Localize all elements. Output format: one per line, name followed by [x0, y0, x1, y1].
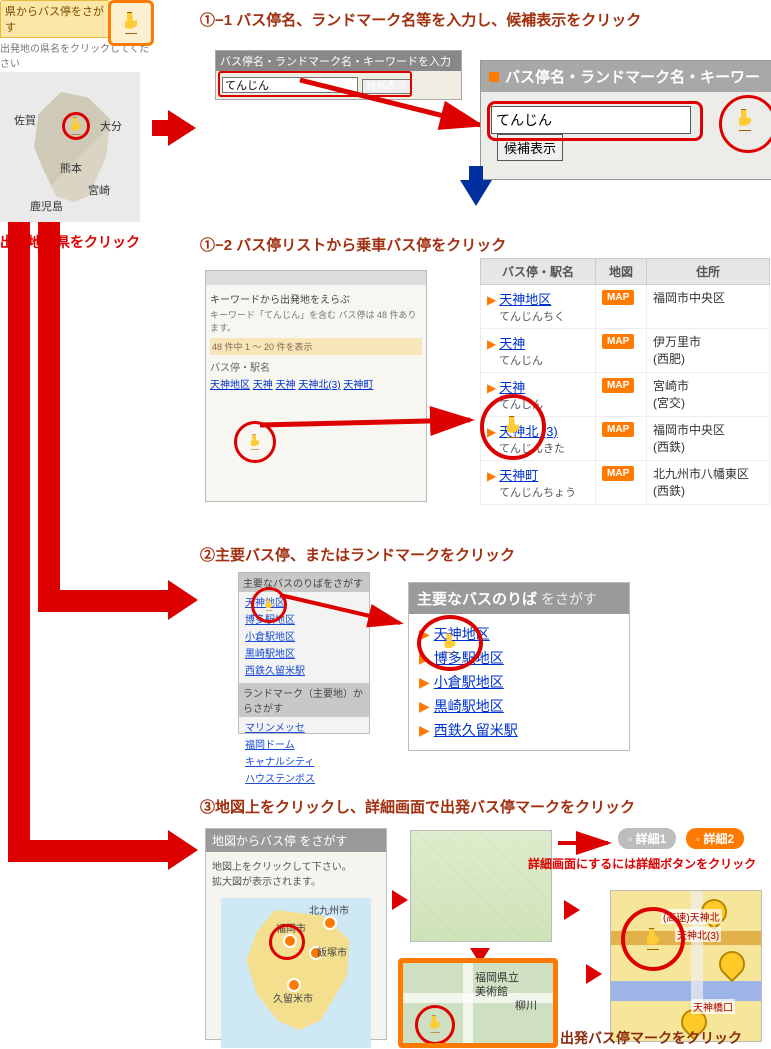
pref-oita[interactable]: 大分 [100, 118, 122, 134]
col-name: バス停・駅名 [481, 259, 596, 285]
kyushu-map[interactable]: 佐賀 大分 熊本 宮崎 鹿児島 [0, 72, 140, 222]
arrow-annotation-1 [300, 70, 500, 140]
table-row: ▶天神町てんじんちょう MAP 北九州市八幡東区 (西鉄) [481, 461, 770, 505]
step3-overview-map[interactable]: ◀ ▶ [410, 830, 552, 942]
city-kurume[interactable]: 久留米市 [273, 990, 313, 1005]
step1-1-heading: ①−1 バス停名、ランドマーク名等を入力し、候補表示をクリック [200, 5, 641, 38]
map-badge[interactable]: MAP [602, 422, 634, 437]
busstop-link[interactable]: 天神地区 [499, 292, 551, 307]
cursor-hand-icon [735, 109, 755, 131]
arrow-small-right-3 [586, 964, 602, 984]
step3-zoom-map[interactable]: 福岡県立 美術館 柳川 [398, 958, 558, 1048]
step3-fukuoka-map[interactable]: 福岡市 北九州市 飯塚市 久留米市 [221, 898, 371, 1048]
mini-list-item[interactable]: 天神北(3) [298, 380, 340, 391]
major-stop-link[interactable]: 小倉駅地区 [434, 674, 504, 690]
busstop-yomi: てんじんちょう [499, 484, 589, 500]
highlight-detail-circle [621, 907, 685, 971]
step1-2-mini-list: キーワードから出発地をえらぶ キーワード「てんじん」を含む バス停は 48 件あ… [205, 270, 427, 502]
busstop-yomi: てんじん [499, 352, 589, 368]
highlight-input [487, 101, 703, 141]
step3-map-text: 地図上をクリックして下さい。 拡大図が表示されます。 [206, 852, 386, 894]
prefecture-tab[interactable]: 県からバス停をさがす [0, 0, 110, 38]
pref-kagoshima[interactable]: 鹿児島 [30, 198, 63, 214]
map-badge[interactable]: MAP [602, 378, 634, 393]
detail-chip-2[interactable]: ◦ 詳細2 [686, 828, 744, 849]
mini-list-title: キーワードから出発地をえらぶ [210, 291, 422, 306]
pref-saga[interactable]: 佐賀 [14, 112, 36, 128]
arrow-small-right-2 [564, 900, 580, 920]
mini-list-item[interactable]: 天神町 [343, 380, 373, 391]
mini-list-item[interactable]: 天神 [253, 380, 273, 391]
map-badge[interactable]: MAP [602, 466, 634, 481]
step3-map-panel: 地図からバス停 をさがす 地図上をクリックして下さい。 拡大図が表示されます。 … [205, 828, 387, 1040]
step2-big-panel: 主要なバスのりばをさがす ▶天神地区 ▶博多駅地区 ▶小倉駅地区 ▶黒崎駅地区 … [408, 582, 630, 751]
step2-mini-landmark-link[interactable]: ハウステンボス [245, 770, 363, 785]
mini-list-item[interactable]: 天神地区 [210, 380, 250, 391]
busstop-link[interactable]: 天神町 [499, 468, 538, 483]
major-stop-link[interactable]: 西鉄久留米駅 [434, 722, 518, 738]
busstop-link[interactable]: 天神 [499, 380, 525, 395]
table-row: ▶天神てんじん MAP 伊万里市 (西肥) [481, 329, 770, 373]
busstop-addr: 福岡市中央区 [647, 285, 770, 329]
arrow-annotation-2 [260, 410, 490, 440]
map-badge[interactable]: MAP [602, 334, 634, 349]
map-badge[interactable]: MAP [602, 290, 634, 305]
col-addr: 住所 [647, 259, 770, 285]
map-click-marker [62, 112, 90, 140]
step2-heading: ②主要バス停、またはランドマークをクリック [200, 540, 515, 573]
step3-note1: 詳細画面にするには詳細ボタンをクリック [528, 855, 756, 872]
step1-1-big-search: バス停名・ランドマーク名・キーワー 候補表示 [480, 60, 770, 180]
mini-list-col: バス停・駅名 [210, 359, 422, 374]
busstop-table: バス停・駅名 地図 住所 ▶天神地区てんじんちく MAP 福岡市中央区 ▶天神て… [480, 258, 770, 505]
mini-list-range: 48 件中 1 ～ 20 件を表示 [210, 338, 422, 355]
mini-list-note: キーワード「てんじん」を含む バス停は 48 件あります。 [210, 308, 422, 334]
step2-mini-landmark-title: ランドマーク（主要地）からさがす [239, 683, 369, 717]
detail-stop-label: 天神橋口 [691, 999, 735, 1014]
pref-kumamoto[interactable]: 熊本 [60, 160, 82, 176]
busstop-addr: 宮崎市 (宮交) [647, 373, 770, 417]
step3-map-title: 地図からバス停 をさがす [206, 829, 386, 852]
step2-mini-link[interactable]: 黒崎駅地区 [245, 645, 363, 660]
mini-search-header: バス停名・ランドマーク名・キーワードを入力 [216, 51, 461, 71]
step3-top-row: ◦ 詳細1 ◦ 詳細2 詳細画面にするには詳細ボタンをクリック [558, 828, 756, 872]
busstop-addr: 伊万里市 (西肥) [647, 329, 770, 373]
step2-big-title: 主要なバスのりばをさがす [409, 583, 629, 614]
highlight-row-circle [480, 394, 546, 460]
prefecture-caption: 出発地の県をクリック [0, 232, 150, 252]
arrow-small-right-1 [392, 890, 408, 910]
step3-detail-map[interactable]: (高速)天神北 天神北(3) 天神橋口 [610, 890, 762, 1042]
step2-mini-link[interactable]: 西鉄久留米駅 [245, 662, 363, 677]
cursor-highlight-icon [108, 0, 154, 46]
major-stop-link[interactable]: 黒崎駅地区 [434, 698, 504, 714]
step3-heading: ③地図上をクリックし、詳細画面で出発バス停マークをクリック [200, 792, 635, 825]
arrow-annotation-3 [280, 585, 420, 635]
mini-list-item[interactable]: 天神 [276, 380, 296, 391]
city-kitakyushu[interactable]: 北九州市 [309, 902, 349, 917]
step2-mini-landmark-link[interactable]: キャナルシティ [245, 753, 363, 768]
table-row: ▶天神地区てんじんちく MAP 福岡市中央区 [481, 285, 770, 329]
zoom-label-museum: 美術館 [475, 983, 508, 999]
highlight-overview-circle [447, 887, 477, 917]
busstop-yomi: てんじんちく [499, 308, 589, 324]
arrow-down-blue [460, 170, 492, 216]
busstop-addr: 北九州市八幡東区 (西鉄) [647, 461, 770, 505]
busstop-addr: 福岡市中央区 (西鉄) [647, 417, 770, 461]
city-iizuka[interactable]: 飯塚市 [317, 944, 347, 959]
busstop-link[interactable]: 天神 [499, 336, 525, 351]
highlight-circle-step2-big [417, 615, 483, 671]
step2-mini-landmark-link[interactable]: 福岡ドーム [245, 736, 363, 751]
col-map: 地図 [596, 259, 647, 285]
prefecture-selector-panel: 県からバス停をさがす 出発地の県名をクリックしてください 佐賀 大分 熊本 宮崎… [0, 0, 150, 252]
pref-miyazaki[interactable]: 宮崎 [88, 182, 110, 198]
highlight-city-circle [269, 924, 305, 960]
big-search-header: バス停名・ランドマーク名・キーワー [481, 61, 771, 92]
step2-mini-landmark-link[interactable]: マリンメッセ [245, 719, 363, 734]
detail-chip-1[interactable]: ◦ 詳細1 [618, 828, 676, 849]
step3-note2: 出発バス停マークをクリック [560, 1028, 742, 1048]
arrow-to-step1 [168, 110, 196, 146]
step1-2-heading: ①−2 バス停リストから乗車バス停をクリック [200, 230, 506, 263]
zoom-label-yanagawa: 柳川 [515, 997, 537, 1013]
